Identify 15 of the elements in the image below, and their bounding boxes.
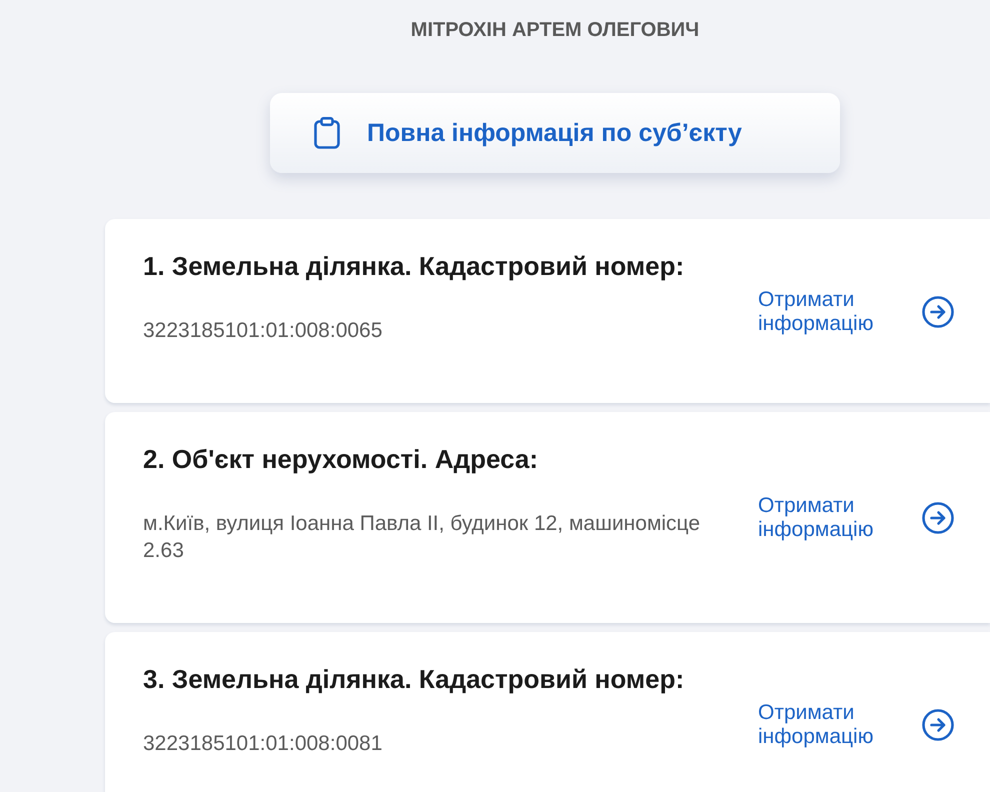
object-title: 1. Земельна ділянка. Кадастровий номер: xyxy=(143,251,686,281)
object-value: 3223185101:01:008:0081 xyxy=(143,731,384,757)
object-title: 3. Земельна ділянка. Кадастровий номер: xyxy=(143,664,686,694)
object-value: 3223185101:01:008:0065 xyxy=(143,318,384,344)
object-title: 2. Об'єкт нерухомості. Адреса: xyxy=(143,444,540,474)
get-info-link[interactable]: Отримати інформацію xyxy=(758,494,882,542)
object-value: м.Київ, вулиця Іоанна Павла ІІ, будинок 12, машиномісце 2.63 xyxy=(143,511,702,564)
get-info-link[interactable]: Отримати інформацію xyxy=(758,700,882,748)
get-info-link[interactable]: Отримати інформацію xyxy=(758,288,882,336)
arrow-right-circle-icon[interactable] xyxy=(922,708,954,740)
arrow-right-circle-icon[interactable] xyxy=(922,296,954,328)
arrow-right-circle-icon[interactable] xyxy=(922,502,954,534)
clipboard-icon xyxy=(314,117,340,149)
subject-name: МІТРОХІН АРТЕМ ОЛЕГОВИЧ xyxy=(410,18,700,42)
full-info-button[interactable]: Повна інформація по суб’єкту xyxy=(270,93,840,173)
